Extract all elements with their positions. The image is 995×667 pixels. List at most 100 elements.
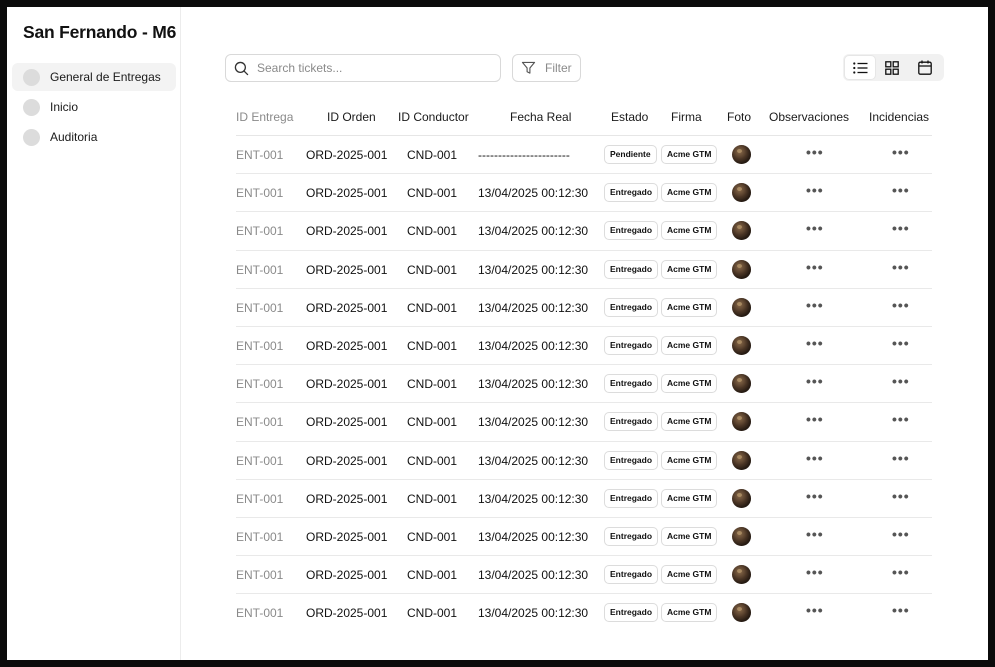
table-row[interactable]: ENT-001 ORD-2025-001 CND-001 13/04/2025 00:… [236,442,932,480]
column-header-incidencias[interactable]: Incidencias [869,110,929,124]
cell-id-conductor: CND-001 [407,606,458,621]
column-header-observaciones[interactable]: Observaciones [769,110,849,124]
photo-thumbnail[interactable] [732,335,751,355]
table-row[interactable]: ENT-001 ORD-2025-001 CND-001 13/04/2025 00:… [236,212,932,251]
table-row[interactable]: ENT-001 ORD-2025-001 CND-001 13/04/2025 00:… [236,594,932,632]
observaciones-more-icon[interactable]: ••• [806,412,824,426]
cell-id-entrega: ENT-001 [236,300,284,315]
photo-thumbnail[interactable] [732,221,751,241]
cell-id-orden: ORD-2025-001 [306,262,388,277]
cell-id-orden: ORD-2025-001 [306,415,388,430]
table-row[interactable]: ENT-001 ORD-2025-001 CND-001 13/04/2025 00:… [236,327,932,366]
table-row[interactable]: ENT-001 ORD-2025-001 CND-001 --------------… [236,136,932,175]
table-row[interactable]: ENT-001 ORD-2025-001 CND-001 13/04/2025 00:… [236,403,932,442]
observaciones-more-icon[interactable]: ••• [806,145,824,159]
status-badge: Entregado [604,297,659,317]
incidencias-more-icon[interactable]: ••• [892,412,910,426]
cell-id-orden: ORD-2025-001 [306,186,388,201]
observaciones-more-icon[interactable]: ••• [806,603,824,617]
list-view-icon [852,61,868,74]
search-input[interactable] [257,61,477,75]
table-row[interactable]: ENT-001 ORD-2025-001 CND-001 13/04/2025 00:… [236,365,932,404]
photo-thumbnail[interactable] [732,374,751,394]
observaciones-more-icon[interactable]: ••• [806,374,824,388]
signature-badge: Acme GTM [661,526,718,546]
filter-button[interactable]: Filter [512,54,581,82]
observaciones-more-icon[interactable]: ••• [806,298,824,312]
photo-thumbnail[interactable] [732,526,751,546]
filter-label: Filter [545,61,572,75]
column-header-id-entrega[interactable]: ID Entrega [236,110,293,124]
incidencias-more-icon[interactable]: ••• [892,527,910,541]
grid-view-button[interactable] [877,56,907,79]
observaciones-more-icon[interactable]: ••• [806,451,824,465]
table-row[interactable]: ENT-001 ORD-2025-001 CND-001 13/04/2025 00:… [236,556,932,595]
table-row[interactable]: ENT-001 ORD-2025-001 CND-001 13/04/2025 00:… [236,251,932,289]
circle-icon [23,128,40,146]
observaciones-more-icon[interactable]: ••• [806,260,824,274]
sidebar-item-auditoria[interactable]: Auditoria [12,123,176,151]
photo-thumbnail[interactable] [732,412,751,432]
cell-fecha-real: 13/04/2025 00:12:30 [478,338,589,353]
photo-thumbnail[interactable] [732,259,751,279]
photo-thumbnail[interactable] [732,488,751,508]
table-row[interactable]: ENT-001 ORD-2025-001 CND-001 13/04/2025 00:… [236,518,932,557]
observaciones-more-icon[interactable]: ••• [806,527,824,541]
cell-id-orden: ORD-2025-001 [306,377,388,392]
cell-fecha-real: 13/04/2025 00:12:30 [478,262,589,277]
sidebar-item-general-de-entregas[interactable]: General de Entregas [12,63,176,91]
sidebar-item-inicio[interactable]: Inicio [12,93,176,121]
incidencias-more-icon[interactable]: ••• [892,183,910,197]
observaciones-more-icon[interactable]: ••• [806,336,824,350]
incidencias-more-icon[interactable]: ••• [892,260,910,274]
circle-icon [23,98,40,116]
incidencias-more-icon[interactable]: ••• [892,565,910,579]
cell-fecha-real: ----------------------- [478,148,570,162]
photo-thumbnail[interactable] [732,450,751,470]
column-header-estado[interactable]: Estado [611,110,648,124]
photo-thumbnail[interactable] [732,297,751,317]
column-header-firma[interactable]: Firma [671,110,702,124]
table-row[interactable]: ENT-001 ORD-2025-001 CND-001 13/04/2025 00:… [236,289,932,327]
cell-id-conductor: CND-001 [407,300,458,315]
observaciones-more-icon[interactable]: ••• [806,183,824,197]
incidencias-more-icon[interactable]: ••• [892,489,910,503]
incidencias-more-icon[interactable]: ••• [892,298,910,312]
incidencias-more-icon[interactable]: ••• [892,603,910,617]
cell-fecha-real: 13/04/2025 00:12:30 [478,568,589,583]
table-row[interactable]: ENT-001 ORD-2025-001 CND-001 13/04/2025 00:… [236,480,932,518]
cell-id-conductor: CND-001 [407,224,458,239]
photo-thumbnail[interactable] [732,183,751,203]
column-header-foto[interactable]: Foto [727,110,751,124]
incidencias-more-icon[interactable]: ••• [892,451,910,465]
incidencias-more-icon[interactable]: ••• [892,221,910,235]
search-box[interactable] [225,54,501,82]
observaciones-more-icon[interactable]: ••• [806,489,824,503]
table-body: ENT-001 ORD-2025-001 CND-001 --------------… [236,136,932,632]
observaciones-more-icon[interactable]: ••• [806,221,824,235]
incidencias-more-icon[interactable]: ••• [892,336,910,350]
column-header-id-conductor[interactable]: ID Conductor [398,110,469,124]
photo-thumbnail[interactable] [732,603,751,623]
column-header-id-orden[interactable]: ID Orden [327,110,376,124]
column-header-fecha-real[interactable]: Fecha Real [510,110,571,124]
observaciones-more-icon[interactable]: ••• [806,565,824,579]
signature-badge: Acme GTM [661,488,718,508]
calendar-view-button[interactable] [910,56,940,79]
incidencias-more-icon[interactable]: ••• [892,374,910,388]
table-row[interactable]: ENT-001 ORD-2025-001 CND-001 13/04/2025 00:… [236,174,932,213]
photo-thumbnail[interactable] [732,565,751,585]
cell-id-orden: ORD-2025-001 [306,606,388,621]
incidencias-more-icon[interactable]: ••• [892,145,910,159]
signature-badge: Acme GTM [661,221,718,241]
photo-thumbnail[interactable] [732,145,751,164]
cell-id-orden: ORD-2025-001 [306,300,388,315]
cell-fecha-real: 13/04/2025 00:12:30 [478,186,589,201]
cell-id-conductor: CND-001 [407,262,458,277]
list-view-button[interactable] [845,56,876,79]
view-toggle [843,54,944,81]
sidebar-item-label: Auditoria [50,130,98,144]
table-header: ID Entrega ID Orden ID Conductor Fecha R… [236,100,932,136]
cell-fecha-real: 13/04/2025 00:12:30 [478,529,589,544]
status-badge: Entregado [604,488,659,508]
